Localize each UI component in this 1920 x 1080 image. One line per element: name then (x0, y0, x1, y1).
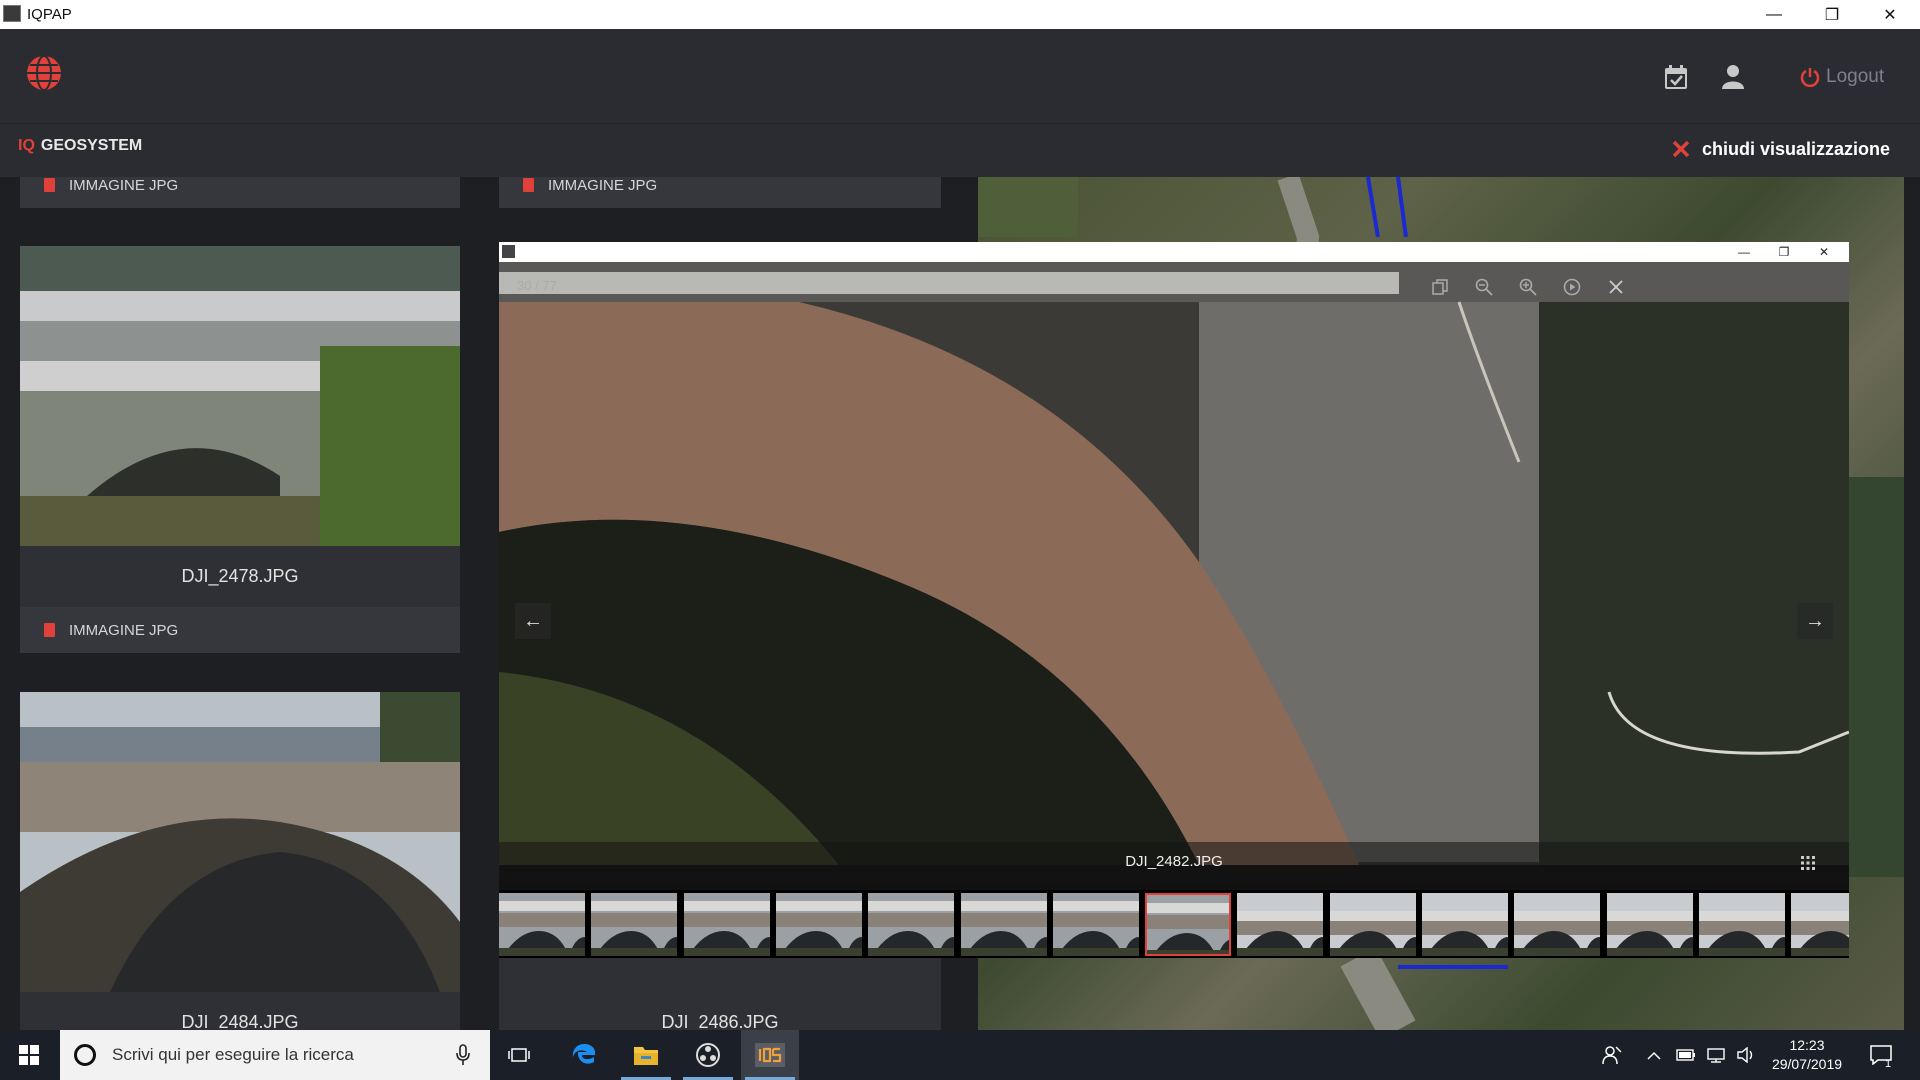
app-header: Logout (0, 29, 1920, 123)
file-name: DJI_2486.JPG (661, 1012, 779, 1030)
thumbnail[interactable] (1053, 893, 1139, 956)
thumbnail[interactable] (1422, 893, 1508, 956)
file-card[interactable]: IMMAGINE JPG (499, 177, 941, 208)
restore-button[interactable]: ❐ (1803, 0, 1861, 29)
brand: IQ GEOSYSTEM (18, 137, 142, 155)
file-name: DJI_2478.JPG (181, 566, 299, 586)
grid-icon[interactable] (1801, 856, 1815, 870)
thumbnail[interactable] (684, 893, 770, 956)
viewer-minimize-button[interactable]: — (1724, 242, 1764, 262)
file-explorer-icon[interactable] (617, 1030, 675, 1080)
photo-thumbnail[interactable] (20, 246, 460, 546)
windows-taskbar: Scrivi qui per eseguire la ricerca 12:23… (0, 1030, 1920, 1080)
clock-time: 12:23 (1789, 1037, 1825, 1053)
close-view-button[interactable]: chiudi visualizzazione (1672, 132, 1890, 166)
notification-count: 1 (1885, 1058, 1892, 1070)
thumbnail[interactable] (1699, 893, 1785, 956)
edge-icon[interactable] (555, 1030, 613, 1080)
thumbnail[interactable] (1237, 893, 1323, 956)
file-card[interactable]: DJI_2484.JPG (20, 692, 460, 1030)
file-type-label: IMMAGINE JPG (69, 621, 179, 639)
thumbnail[interactable] (1791, 893, 1849, 956)
play-icon[interactable] (1557, 272, 1587, 302)
window-titlebar: IQPAP — ❐ ✕ (0, 0, 1920, 29)
file-card[interactable]: IMMAGINE JPG (20, 177, 460, 208)
search-circle-icon (74, 1044, 96, 1066)
notification-icon[interactable]: 1 (1852, 1030, 1910, 1080)
minimize-button[interactable]: — (1745, 0, 1803, 29)
viewer-titlebar: — ❐ ✕ (499, 242, 1849, 262)
globe-icon[interactable] (25, 54, 63, 92)
pdf-icon (44, 178, 55, 192)
iqs-app-icon[interactable] (741, 1030, 799, 1080)
thumbnail[interactable] (961, 893, 1047, 956)
close-window-button[interactable]: ✕ (1861, 0, 1919, 29)
image-viewer-window: — ❐ ✕ 30 / 77 ← → DJI_2482.JPG (499, 242, 1849, 958)
viewer-restore-button[interactable]: ❐ (1764, 242, 1804, 262)
file-type-bar: IMMAGINE JPG (20, 607, 460, 653)
file-type-label: IMMAGINE JPG (548, 177, 658, 194)
thumbnail[interactable] (499, 893, 585, 956)
thumbnail[interactable] (868, 893, 954, 956)
main-photo[interactable] (499, 262, 1849, 865)
thumbnail[interactable] (1514, 893, 1600, 956)
thumbnail[interactable] (1607, 893, 1693, 956)
taskbar-clock[interactable]: 12:23 29/07/2019 (1762, 1036, 1852, 1074)
obs-icon[interactable] (679, 1030, 737, 1080)
search-placeholder: Scrivi qui per eseguire la ricerca (112, 1045, 354, 1064)
thumbnail-strip (499, 890, 1849, 958)
pdf-icon (523, 178, 534, 192)
window-title: IQPAP (27, 6, 72, 23)
zoom-in-icon[interactable] (1513, 272, 1543, 302)
clock-date: 29/07/2019 (1771, 1056, 1843, 1072)
close-x-icon (1672, 140, 1690, 158)
app-icon (502, 245, 515, 258)
viewer-close-button[interactable]: ✕ (1804, 242, 1844, 262)
brand-name: GEOSYSTEM (40, 137, 143, 154)
brand-prefix: IQ (18, 137, 35, 154)
file-card[interactable]: DJI_2478.JPG IMMAGINE JPG (20, 246, 460, 653)
close-view-label: chiudi visualizzazione (1701, 138, 1890, 159)
pdf-icon (44, 623, 55, 637)
thumbnail[interactable] (591, 893, 677, 956)
sub-header: IQ GEOSYSTEM chiudi visualizzazione (0, 123, 1920, 177)
logout-label: Logout (1826, 66, 1885, 87)
logout-button[interactable]: Logout (1800, 57, 1884, 97)
task-view-icon[interactable] (490, 1030, 548, 1080)
user-icon[interactable] (1715, 59, 1751, 95)
image-caption: DJI_2482.JPG (499, 842, 1849, 882)
zoom-out-icon[interactable] (1469, 272, 1499, 302)
thumbnail[interactable] (1145, 893, 1231, 956)
file-name: DJI_2484.JPG (181, 1012, 299, 1030)
calendar-check-icon[interactable] (1658, 59, 1694, 95)
thumbnail[interactable] (1330, 893, 1416, 956)
arrow-left-icon[interactable]: ← (515, 603, 551, 639)
app-icon (3, 5, 21, 22)
file-type-bar: IMMAGINE JPG (20, 177, 460, 208)
photo-thumbnail[interactable] (20, 692, 460, 992)
close-icon[interactable] (1601, 272, 1631, 302)
windows-logo-icon[interactable] (0, 1030, 58, 1080)
microphone-icon[interactable] (456, 1044, 470, 1066)
copy-icon[interactable] (1425, 272, 1455, 302)
taskbar-search[interactable]: Scrivi qui per eseguire la ricerca (60, 1030, 490, 1080)
thumbnail[interactable] (776, 893, 862, 956)
arrow-right-icon[interactable]: → (1797, 603, 1833, 639)
file-type-label: IMMAGINE JPG (69, 177, 179, 194)
power-icon (1800, 68, 1820, 87)
image-counter: 30 / 77 (517, 278, 557, 293)
file-type-bar: IMMAGINE JPG (499, 177, 941, 208)
